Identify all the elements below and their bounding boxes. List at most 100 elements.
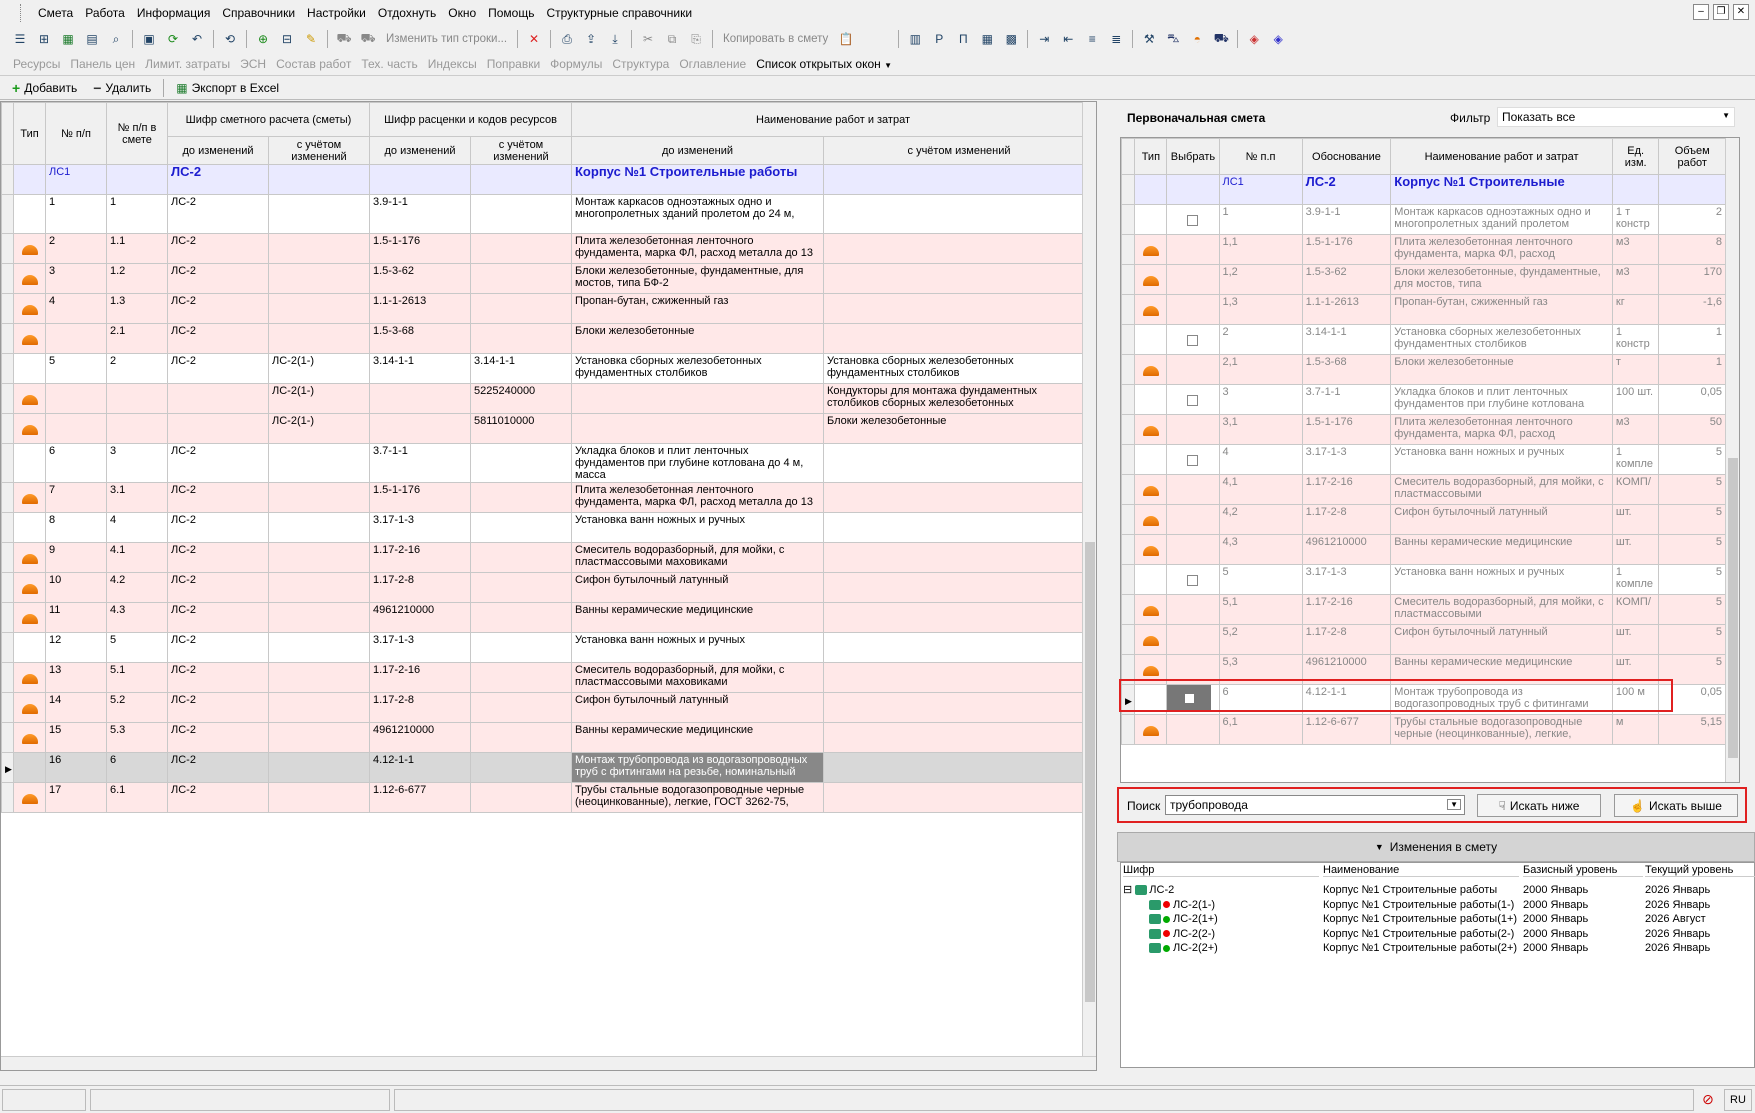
header-name-after[interactable]: с учётом изменений [822, 136, 1096, 165]
cell-name-b[interactable]: Трубы стальные водогазопроводные черные … [571, 782, 824, 813]
cell-code-a[interactable] [470, 782, 572, 813]
cell-name[interactable]: Пропан-бутан, сжиженный газ [1390, 294, 1613, 325]
row-type-cell[interactable] [1134, 474, 1168, 505]
cell-npp[interactable]: 2 [45, 233, 107, 264]
cell-basis[interactable]: 1.5-3-62 [1301, 264, 1392, 295]
scroll-thumb[interactable] [1085, 542, 1095, 1002]
cell-npp[interactable]: 13 [45, 662, 107, 693]
list-item[interactable]: 3 3.7-1-1 Укладка блоков и плит ленточных … [1121, 384, 1726, 415]
cell-vol[interactable]: 8 [1658, 234, 1726, 265]
cell-name-a[interactable] [822, 542, 1096, 573]
cell-cb[interactable]: ЛС-2 [167, 632, 269, 663]
cell-code-b[interactable]: 4961210000 [369, 722, 471, 753]
cell-ca[interactable] [268, 293, 370, 324]
cell-name-a[interactable] [822, 293, 1096, 324]
cell-npp[interactable]: 6,1 [1218, 714, 1303, 745]
table-row[interactable]: 14 5.2 ЛС-2 1.17-2-8 Сифон бутылочный латунн… [1, 692, 1096, 723]
select-checkbox[interactable] [1187, 575, 1199, 586]
car-icon[interactable]: ⛍ [1163, 29, 1183, 49]
tab-structure[interactable]: Структура [607, 57, 674, 71]
cell-name[interactable]: Установка ванн ножных и ручных [1390, 444, 1613, 475]
select-cell[interactable] [1166, 414, 1220, 445]
row-type-cell[interactable] [13, 383, 46, 414]
cell-name[interactable]: Блоки железобетонные [1390, 354, 1613, 385]
cell-unit[interactable]: шт. [1611, 624, 1660, 655]
row-type-cell[interactable] [1134, 624, 1168, 655]
tree-cipher[interactable]: ЛС-2(1+) [1123, 912, 1319, 926]
paste-icon[interactable]: ⎘ [686, 29, 706, 49]
cell-est[interactable]: 5.1 [106, 662, 168, 693]
cell-npp[interactable] [45, 413, 107, 444]
tab-corrections[interactable]: Поправки [482, 57, 545, 71]
comment-icon[interactable]: ✎ [301, 29, 321, 49]
cell-unit[interactable]: шт. [1611, 534, 1660, 565]
cell-npp[interactable]: 8 [45, 512, 107, 543]
cell-est[interactable]: 5.3 [106, 722, 168, 753]
cell-est[interactable]: 3 [106, 443, 168, 483]
copy-to-estimate-button[interactable]: Копировать в смету [717, 33, 834, 45]
find-up-button[interactable]: ☝ Искать выше [1614, 794, 1738, 817]
cell-name-b[interactable]: Сифон бутылочный латунный [571, 572, 824, 603]
table-row[interactable]: 15 5.3 ЛС-2 4961210000 Ванны керамические ме… [1, 722, 1096, 753]
row-type-cell[interactable] [1134, 564, 1168, 595]
menu-help[interactable]: Помощь [482, 0, 540, 26]
cell-name[interactable]: Ванны керамические медицинские [1390, 534, 1613, 565]
cell-est[interactable]: 6.1 [106, 782, 168, 813]
table-row[interactable]: ЛС-2(1-) 5225240000 Кондукторы для монтажа… [1, 383, 1096, 414]
menu-smeta[interactable]: Смета [32, 0, 79, 26]
cell-npp[interactable]: 12 [45, 632, 107, 663]
cell-name-b[interactable]: Смеситель водоразборный, для мойки, с пл… [571, 662, 824, 693]
cell-name-b[interactable]: Блоки железобетонные, фундаментные, для … [571, 263, 824, 294]
list-item[interactable]: 4,1 1.17-2-16 Смеситель водоразборный, для… [1121, 474, 1726, 505]
rheader-select[interactable]: Выбрать [1166, 138, 1220, 175]
list-item[interactable]: 2,1 1.5-3-68 Блоки железобетонные т 1 [1121, 354, 1726, 385]
cell-ca[interactable] [268, 782, 370, 813]
cell-unit[interactable]: м3 [1611, 264, 1660, 295]
table-icon[interactable]: ▦ [977, 29, 997, 49]
row-type-cell[interactable] [1134, 204, 1168, 235]
cell-vol[interactable]: 50 [1658, 414, 1726, 445]
cell-ca[interactable] [268, 542, 370, 573]
cell-est[interactable] [106, 413, 168, 444]
cell-est[interactable]: 2 [106, 353, 168, 384]
cell-name-a[interactable] [822, 722, 1096, 753]
truck-icon[interactable]: ⛟ [334, 29, 354, 49]
cell-est[interactable]: 5 [106, 632, 168, 663]
cell-npp[interactable]: 1 [1218, 204, 1303, 235]
cell-unit[interactable]: КОМП/ [1611, 594, 1660, 625]
list-item[interactable]: 3,1 1.5-1-176 Плита железобетонная ленточн… [1121, 414, 1726, 445]
cell-cb[interactable]: ЛС-2 [167, 293, 269, 324]
cell-npp[interactable]: 3 [45, 263, 107, 294]
select-cell[interactable] [1166, 624, 1220, 655]
cell-code-a[interactable] [470, 752, 572, 783]
stack-red-icon[interactable]: ◈ [1244, 29, 1264, 49]
tree-current[interactable]: 2026 Август [1645, 912, 1755, 926]
cell-ca[interactable] [268, 752, 370, 783]
restore-icon[interactable]: ❐ [1713, 4, 1729, 20]
cell-unit[interactable]: 100 шт. [1611, 384, 1660, 415]
cell-cb[interactable]: ЛС-2 [167, 263, 269, 294]
cell-code-a[interactable] [470, 692, 572, 723]
cell-ca[interactable] [268, 482, 370, 513]
cell-vol[interactable]: 5,15 [1658, 714, 1726, 745]
cell-name-a[interactable] [822, 194, 1096, 234]
tab-tech-part[interactable]: Тех. часть [356, 57, 422, 71]
cell-npp[interactable] [45, 323, 107, 354]
find-icon[interactable]: ⌕ [106, 29, 126, 49]
table-row[interactable]: 4 1.3 ЛС-2 1.1-1-2613 Пропан-бутан, сжиженны… [1, 293, 1096, 324]
select-cell[interactable] [1166, 474, 1220, 505]
change-type-button[interactable]: Изменить тип строки... [380, 33, 513, 45]
cell-basis[interactable]: 3.14-1-1 [1301, 324, 1392, 355]
tree-name[interactable]: Корпус №1 Строительные работы [1323, 883, 1519, 897]
cell-name[interactable]: Плита железобетонная ленточного фундамен… [1390, 234, 1613, 265]
cell-vol[interactable]: 5 [1658, 534, 1726, 565]
row-type-cell[interactable] [1134, 294, 1168, 325]
cell-ca[interactable] [268, 662, 370, 693]
menu-rabota[interactable]: Работа [79, 0, 131, 26]
cell-code-a[interactable] [470, 512, 572, 543]
helmet-icon[interactable]: ◓ [1187, 29, 1207, 49]
cell-name-b[interactable] [571, 383, 824, 414]
cell-cb[interactable]: ЛС-2 [167, 482, 269, 513]
tab-work-composition[interactable]: Состав работ [271, 57, 356, 71]
no-connection-icon[interactable]: ⊘ [1698, 1091, 1718, 1109]
